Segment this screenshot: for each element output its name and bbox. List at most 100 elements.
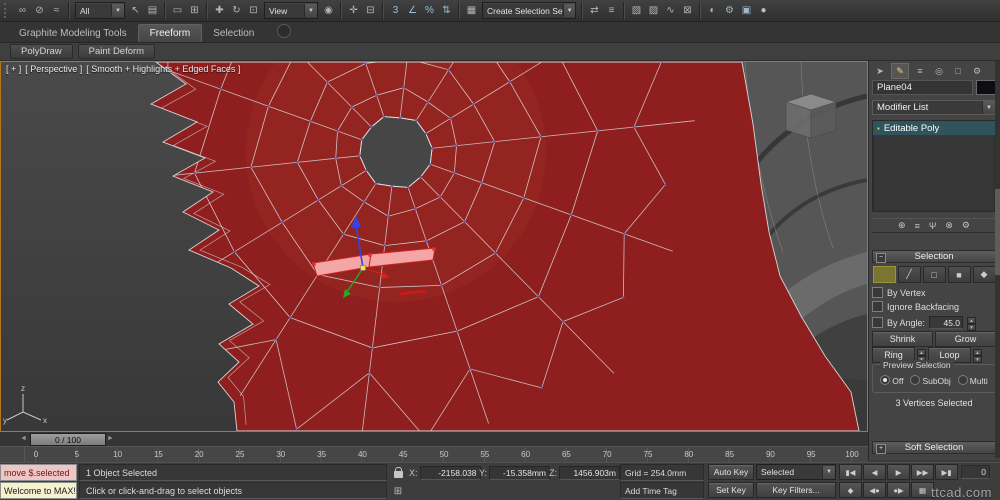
polygon-mode-icon[interactable]: ■ <box>947 266 971 283</box>
loop-spinner[interactable]: ▲ ▼ <box>973 348 982 363</box>
radio-icon[interactable] <box>880 375 891 385</box>
remove-modifier-icon[interactable]: ⊗ <box>945 220 953 231</box>
timeline-tick-20[interactable]: 20 <box>189 450 209 459</box>
show-end-result-icon[interactable]: ≡ <box>915 221 920 231</box>
timeline-tick-45[interactable]: 45 <box>393 450 413 459</box>
current-frame-field[interactable]: 0 <box>961 465 990 479</box>
by-vertex-checkbox[interactable] <box>872 287 883 298</box>
use-pivot-center-icon[interactable]: ◉ <box>320 2 337 19</box>
named-selection-dropdown[interactable]: Create Selection Se ▼ <box>482 2 576 19</box>
angle-value-field[interactable]: 45.0 <box>929 316 964 329</box>
slider-right-arrow-icon[interactable]: ► <box>107 435 114 442</box>
select-manipulate-icon[interactable]: ✛ <box>345 2 362 19</box>
edit-named-selections-icon[interactable]: ▦ <box>463 2 480 19</box>
timeline-tick-25[interactable]: 25 <box>230 450 250 459</box>
select-and-link-icon[interactable]: ∞ <box>14 2 31 19</box>
timeline-tick-70[interactable]: 70 <box>597 450 617 459</box>
auto-key-button[interactable]: Auto Key <box>708 464 754 480</box>
perspective-viewport[interactable]: x y z [ + ] [ Perspective ] [ Smooth + Hig… <box>0 61 868 432</box>
selected-vertex[interactable] <box>312 262 316 266</box>
modifier-stack[interactable]: ▪ Editable Poly <box>872 120 996 212</box>
modify-tab-icon[interactable]: ✎ <box>891 63 909 79</box>
tab-selection[interactable]: Selection <box>202 25 265 42</box>
material-editor-icon[interactable]: ◐ <box>704 2 721 19</box>
radio-icon[interactable] <box>957 375 968 385</box>
border-mode-icon[interactable]: □ <box>922 266 946 283</box>
selection-filter-dropdown[interactable]: All ▼ <box>75 2 125 19</box>
viewport-menu-plus[interactable]: [ + ] <box>6 64 21 74</box>
coord-y-field[interactable]: -15.358mm <box>489 466 551 480</box>
previous-frame-button[interactable]: ◀ <box>863 464 886 480</box>
timeline-tick-100[interactable]: 100 <box>842 450 862 459</box>
angle-snap-icon[interactable]: ∠ <box>404 2 421 19</box>
macro-recorder-field[interactable]: move $.selected <box>0 464 77 481</box>
chevron-down-icon[interactable]: ▼ <box>111 4 124 17</box>
rollout-selection[interactable]: − Selection <box>872 250 996 263</box>
preview-radio-multi[interactable]: Multi <box>957 375 988 386</box>
shrink-button[interactable]: Shrink <box>872 330 933 347</box>
track-bar-ruler[interactable]: 0 5 10 15 20 25 30 35 40 45 50 55 60 65 70 75 80 85 90 95 10… <box>0 446 868 463</box>
reference-coordinate-dropdown[interactable]: View ▼ <box>264 2 318 19</box>
modifier-list-dropdown[interactable]: Modifier List ▼ <box>872 100 996 115</box>
timeline-tick-60[interactable]: 60 <box>516 450 536 459</box>
render-production-icon[interactable]: ● <box>755 2 772 19</box>
select-move-icon[interactable]: ✚ <box>211 2 228 19</box>
scrollbar-thumb[interactable] <box>995 189 1000 275</box>
select-rotate-icon[interactable]: ↻ <box>228 2 245 19</box>
create-tab-icon[interactable]: ➤ <box>872 64 888 78</box>
absolute-offset-toggle-icon[interactable]: ⊞ <box>391 484 405 498</box>
graphite-ribbon-toggle-icon[interactable]: ▨ <box>645 2 662 19</box>
chevron-down-icon[interactable]: ▼ <box>304 4 317 17</box>
angle-spinner[interactable]: ▲ ▼ <box>967 316 977 331</box>
key-set-dropdown[interactable]: Selected ▼ <box>756 464 836 480</box>
rollout-soft-selection[interactable]: + Soft Selection <box>872 441 996 454</box>
timeline-tick-95[interactable]: 95 <box>801 450 821 459</box>
timeline-tick-40[interactable]: 40 <box>352 450 372 459</box>
curve-editor-icon[interactable]: ∿ <box>662 2 679 19</box>
rectangular-selection-icon[interactable]: ▭ <box>169 2 186 19</box>
key-mode-toggle-button[interactable]: ◆ <box>839 482 862 498</box>
toolbar-grip[interactable] <box>4 3 10 18</box>
chevron-down-icon[interactable]: ▼ <box>562 4 575 17</box>
key-filters-button[interactable]: Key Filters... <box>756 482 836 498</box>
object-name-field[interactable]: Plane04 <box>872 80 973 95</box>
timeline-tick-10[interactable]: 10 <box>108 450 128 459</box>
selected-vertex[interactable] <box>432 247 436 251</box>
select-scale-icon[interactable]: ⊡ <box>245 2 262 19</box>
make-unique-icon[interactable]: Ψ <box>929 221 937 231</box>
render-setup-icon[interactable]: ⚙ <box>721 2 738 19</box>
element-mode-icon[interactable]: ◆ <box>972 266 996 283</box>
timeline-tick-30[interactable]: 30 <box>271 450 291 459</box>
timeline-tick-85[interactable]: 85 <box>720 450 740 459</box>
utilities-tab-icon[interactable]: ⚙ <box>969 64 985 78</box>
timeline-tick-90[interactable]: 90 <box>760 450 780 459</box>
edge-mode-icon[interactable]: ╱ <box>897 266 921 283</box>
viewport-menu-view[interactable]: [ Perspective ] <box>25 64 82 74</box>
snap-toggle-3d-icon[interactable]: 3 <box>387 2 404 19</box>
panel-scrollbar[interactable] <box>995 61 1000 458</box>
selection-lock-icon[interactable] <box>391 466 405 481</box>
play-button[interactable]: ▶ <box>887 464 910 480</box>
ignore-backfacing-checkbox[interactable] <box>872 301 883 312</box>
percent-snap-icon[interactable]: % <box>421 2 438 19</box>
select-by-name-icon[interactable]: ▤ <box>144 2 161 19</box>
timeline-tick-0[interactable]: 0 <box>26 450 46 459</box>
timeline-tick-15[interactable]: 15 <box>148 450 168 459</box>
timeline-tick-5[interactable]: 5 <box>67 450 87 459</box>
selected-vertex[interactable] <box>368 253 372 257</box>
grow-button[interactable]: Grow <box>935 330 996 347</box>
ribbon-options-icon[interactable] <box>277 24 292 38</box>
timeline-tick-35[interactable]: 35 <box>312 450 332 459</box>
previous-key-button[interactable]: ◀● <box>863 482 886 498</box>
select-object-icon[interactable]: ↖ <box>127 2 144 19</box>
coord-z-field[interactable]: 1456.903m <box>559 466 620 480</box>
set-key-button[interactable]: Set Key <box>708 482 754 498</box>
bind-to-spacewarp-icon[interactable]: ≈ <box>48 2 65 19</box>
mirror-icon[interactable]: ⇄ <box>586 2 603 19</box>
window-crossing-icon[interactable]: ⊞ <box>186 2 203 19</box>
add-time-tag[interactable]: Add Time Tag <box>620 482 704 499</box>
timeline-tick-50[interactable]: 50 <box>434 450 454 459</box>
unlink-selection-icon[interactable]: ⊘ <box>31 2 48 19</box>
timeline-tick-80[interactable]: 80 <box>679 450 699 459</box>
coord-x-field[interactable]: -2158.038 <box>419 466 481 480</box>
